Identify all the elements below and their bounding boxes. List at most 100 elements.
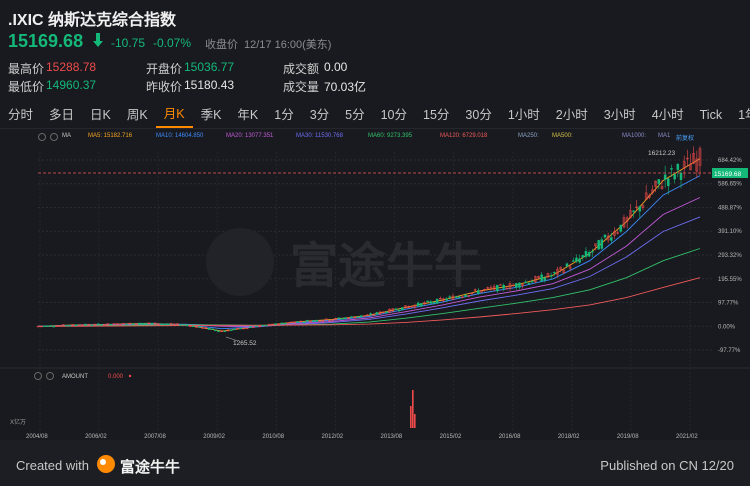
candle-body [397,309,401,312]
down-arrow-icon [93,33,103,47]
volume-label: 成交量 [283,80,320,94]
candle-body [553,271,556,274]
prev-close-value: 15180.43 [184,78,235,92]
close-label: 收盘价 [205,39,238,51]
adjust-toggle[interactable]: 前复权 [676,133,694,142]
candle-body [610,237,613,241]
candle-body [65,324,68,327]
max-label: 16212.23 [648,150,675,157]
tab-13[interactable]: 1小时 [500,102,548,128]
volume-value: 70.03亿 [324,80,367,94]
volume-dot [128,374,132,378]
ma1000-value: MA1000: [622,133,647,139]
tab-16[interactable]: 4小时 [644,102,692,128]
tab-3[interactable]: 周K [119,102,156,128]
candle-body [198,326,201,328]
tab-10[interactable]: 10分 [373,102,415,128]
tab-7[interactable]: 1分 [266,102,301,128]
candle-body [572,260,575,262]
candle-body [43,325,46,327]
volume-close-icon[interactable] [46,372,54,380]
candle-body [429,301,433,304]
tab-11[interactable]: 15分 [415,102,457,128]
candle-body [394,308,398,311]
candle-body [96,323,100,325]
candle-body [343,317,347,319]
candle-body [515,283,518,288]
candle-body [233,328,236,331]
open-value: 15036.77 [184,60,235,74]
tab-14[interactable]: 2小时 [548,102,596,128]
volume-bar [412,390,414,428]
tab-17[interactable]: Tick [692,102,730,128]
amount-label: 成交额 [283,62,320,76]
tab-9[interactable]: 5分 [337,102,372,128]
tab-18[interactable]: 1年：日 [730,102,750,128]
candle-body [337,317,341,319]
candle-body [565,263,569,267]
tab-4[interactable]: 月K [155,102,193,128]
candle-body [591,250,594,253]
candle-body [445,298,448,301]
tab-15[interactable]: 3小时 [596,102,644,128]
futu-logo-icon [97,455,115,473]
candle-body [676,163,680,170]
candle-body [84,323,87,326]
candle-body [305,320,309,322]
tab-6[interactable]: 年K [229,102,266,128]
candle-body [420,303,423,307]
candle-body [416,302,420,306]
watermark-logo-icon [206,228,274,296]
candle-body [464,294,467,297]
tab-0[interactable]: 分时 [0,102,41,128]
candle-body [619,224,623,232]
low-value: 14960.37 [46,78,97,92]
candle-body [496,284,499,292]
candle-body [68,325,71,327]
tab-5[interactable]: 季K [193,102,230,128]
candle-body [401,307,404,311]
candle-body [549,275,553,277]
candle-body [283,322,287,325]
candle-body [458,296,461,298]
candle-body [261,325,265,327]
candle-body [603,234,607,238]
kline-chart[interactable]: 富途牛牛 15169.68 684.42% 586.65% 488.87% 391.1… [0,144,750,440]
tab-8[interactable]: 3分 [302,102,337,128]
candle-body [49,325,52,327]
candle-body [670,168,673,170]
candle-body [454,296,458,298]
candle-body [540,274,543,282]
created-with-text: Created with [16,458,89,473]
ma30-value: MA30: 11530.768 [296,133,343,139]
close-icon[interactable] [50,133,58,141]
tab-1[interactable]: 多日 [41,102,82,128]
candle-body [356,316,360,318]
candle-body [530,281,534,283]
candle-body [245,327,249,330]
volume-unit: X亿万 [10,418,26,426]
candle-body [163,323,166,325]
candle-body [46,325,49,327]
tab-12[interactable]: 30分 [457,102,499,128]
candle-body [160,323,163,326]
candle-body [179,324,182,326]
candle-body [302,321,306,324]
close-time-info: 收盘价 12/17 16:00(美东) [205,36,337,52]
candle-body [248,326,252,328]
candle-body [663,174,667,180]
candle-body [477,290,480,294]
candle-body [217,330,220,332]
candle-body [312,320,315,322]
candle-body [673,174,676,180]
candle-body [166,323,170,325]
y-tick-label: 684.42% [718,158,742,164]
candle-body [518,282,521,288]
ma-legend-bar: MA MA5: 15182.716 MA10: 14604.850 MA20: … [0,130,750,144]
candle-body [667,178,670,187]
price-change: -10.75 [111,36,146,50]
period-tabs: 分时 多日 日K 周K 月K 季K 年K 1分 3分 5分 10分 15分 30分 1小时 2小时 3小时 4小… [0,102,750,129]
tab-2[interactable]: 日K [82,102,119,128]
settings-icon[interactable] [38,133,46,141]
y-tick-label: 293.32% [718,253,742,259]
